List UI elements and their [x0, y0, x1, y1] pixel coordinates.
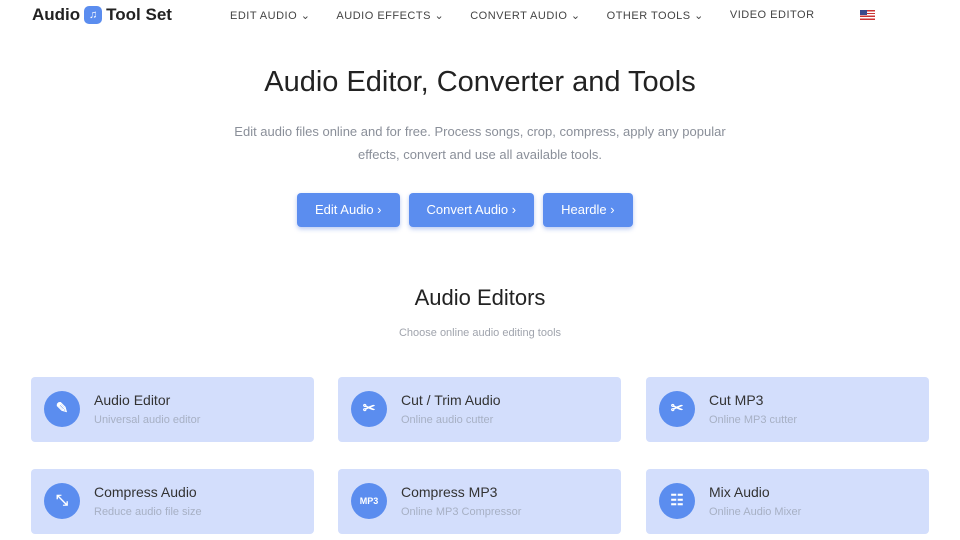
- tool-card[interactable]: ⤡ Compress Audio Reduce audio file size: [31, 469, 314, 534]
- card-description: Online MP3 Compressor: [401, 506, 522, 518]
- section-title: Audio Editors: [414, 285, 546, 310]
- mixer-icon: ☷: [659, 483, 695, 519]
- tool-card[interactable]: MP3 Compress MP3 Online MP3 Compressor: [338, 469, 621, 534]
- card-title: Cut / Trim Audio: [401, 392, 501, 408]
- pencil-icon: ✎: [44, 391, 80, 427]
- top-nav: Audio ♫ Tool Set EDIT AUDIO ⌄ AUDIO EFFECT…: [0, 0, 960, 30]
- heardle-button[interactable]: Heardle ›: [543, 193, 633, 227]
- nav-other-tools[interactable]: OTHER TOOLS ⌄: [607, 9, 704, 22]
- logo-text-right: Tool Set: [106, 5, 172, 24]
- tool-card[interactable]: ✎ Audio Editor Universal audio editor: [31, 377, 314, 442]
- edit-audio-button[interactable]: Edit Audio ›: [297, 193, 400, 227]
- card-description: Online Audio Mixer: [709, 506, 802, 518]
- card-description: Online MP3 cutter: [709, 414, 798, 426]
- mp3-cut-icon: ✂: [659, 391, 695, 427]
- card-description: Online audio cutter: [401, 414, 494, 426]
- page-title: Audio Editor, Converter and Tools: [264, 66, 696, 98]
- convert-audio-button[interactable]: Convert Audio ›: [408, 193, 535, 227]
- section-subtitle: Choose online audio editing tools: [398, 327, 562, 339]
- card-description: Universal audio editor: [94, 414, 201, 426]
- card-title: Cut MP3: [709, 392, 764, 408]
- nav-audio-effects[interactable]: AUDIO EFFECTS ⌄: [336, 9, 444, 22]
- tool-card[interactable]: ✂ Cut / Trim Audio Online audio cutter: [338, 377, 621, 442]
- nav-video-editor[interactable]: VIDEO EDITOR: [730, 9, 815, 22]
- mp3-compress-icon: MP3: [351, 483, 387, 519]
- card-title: Audio Editor: [94, 392, 171, 408]
- card-title: Compress MP3: [401, 484, 498, 500]
- scissors-icon: ✂: [351, 391, 387, 427]
- tool-card[interactable]: ✂ Cut MP3 Online MP3 cutter: [646, 377, 929, 442]
- card-title: Mix Audio: [709, 484, 770, 500]
- card-title: Compress Audio: [94, 484, 197, 500]
- logo[interactable]: Audio ♫ Tool Set: [32, 5, 172, 25]
- main-menu: EDIT AUDIO ⌄ AUDIO EFFECTS ⌄ CONVERT AUD…: [230, 9, 841, 22]
- page-subtitle: Edit audio files online and for free. Pr…: [234, 124, 726, 162]
- card-description: Reduce audio file size: [94, 506, 202, 518]
- nav-convert-audio[interactable]: CONVERT AUDIO ⌄: [470, 9, 580, 22]
- nav-edit-audio[interactable]: EDIT AUDIO ⌄: [230, 9, 310, 22]
- logo-text-left: Audio: [32, 5, 81, 24]
- logo-icon: ♫: [84, 6, 103, 24]
- us-flag-icon[interactable]: [860, 10, 875, 20]
- compress-icon: ⤡: [44, 483, 80, 519]
- tool-card[interactable]: ☷ Mix Audio Online Audio Mixer: [646, 469, 929, 534]
